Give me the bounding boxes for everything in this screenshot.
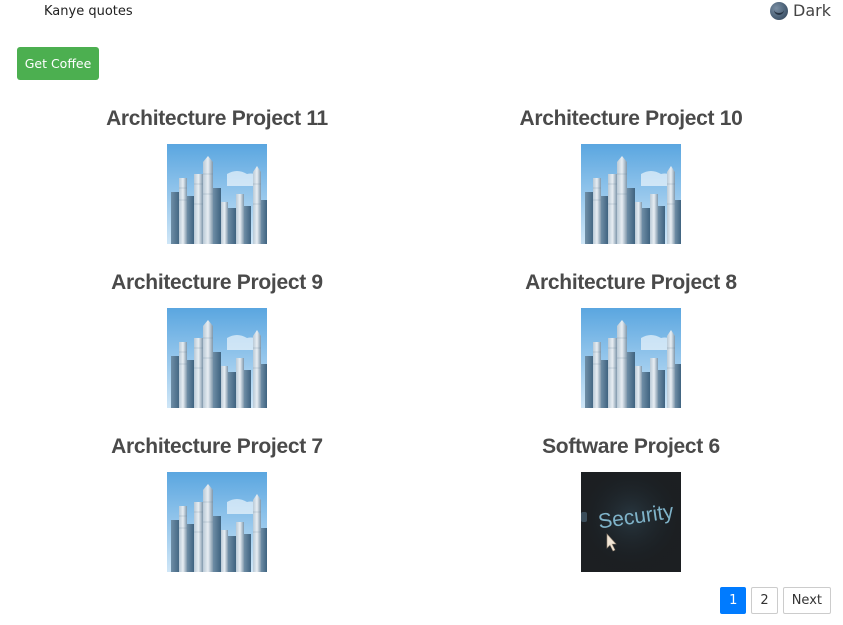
project-title: Architecture Project 7 — [111, 435, 323, 458]
city-skyline-image — [581, 308, 681, 408]
project-title: Software Project 6 — [542, 435, 720, 458]
project-card[interactable]: Architecture Project 11 — [10, 104, 424, 268]
project-card[interactable]: Architecture Project 7 — [10, 432, 424, 596]
kanye-quotes-link[interactable]: Kanye quotes — [44, 4, 133, 19]
security-screen-image: Security — [581, 472, 681, 572]
project-card[interactable]: Architecture Project 10 — [424, 104, 838, 268]
project-grid: Architecture Project 11 Architecture Pro… — [10, 104, 833, 596]
project-title: Architecture Project 10 — [519, 107, 743, 130]
city-skyline-image — [167, 308, 267, 408]
pagination: 1 2 Next — [720, 587, 831, 614]
next-page-button[interactable]: Next — [782, 587, 831, 614]
city-skyline-image — [167, 472, 267, 572]
project-card[interactable]: Software Project 6 Security — [424, 432, 838, 596]
city-skyline-image — [167, 144, 267, 244]
dark-mode-toggle[interactable]: Dark — [770, 1, 831, 20]
city-skyline-image — [581, 144, 681, 244]
project-title: Architecture Project 8 — [525, 271, 737, 294]
project-title: Architecture Project 11 — [106, 107, 328, 130]
page-2-button[interactable]: 2 — [751, 587, 778, 614]
project-card[interactable]: Architecture Project 8 — [424, 268, 838, 432]
project-card[interactable]: Architecture Project 9 — [10, 268, 424, 432]
page-1-button[interactable]: 1 — [720, 587, 747, 614]
dark-mode-label: Dark — [793, 1, 831, 20]
moon-icon — [770, 1, 789, 20]
project-title: Architecture Project 9 — [111, 271, 323, 294]
get-coffee-button[interactable]: Get Coffee — [17, 47, 99, 80]
